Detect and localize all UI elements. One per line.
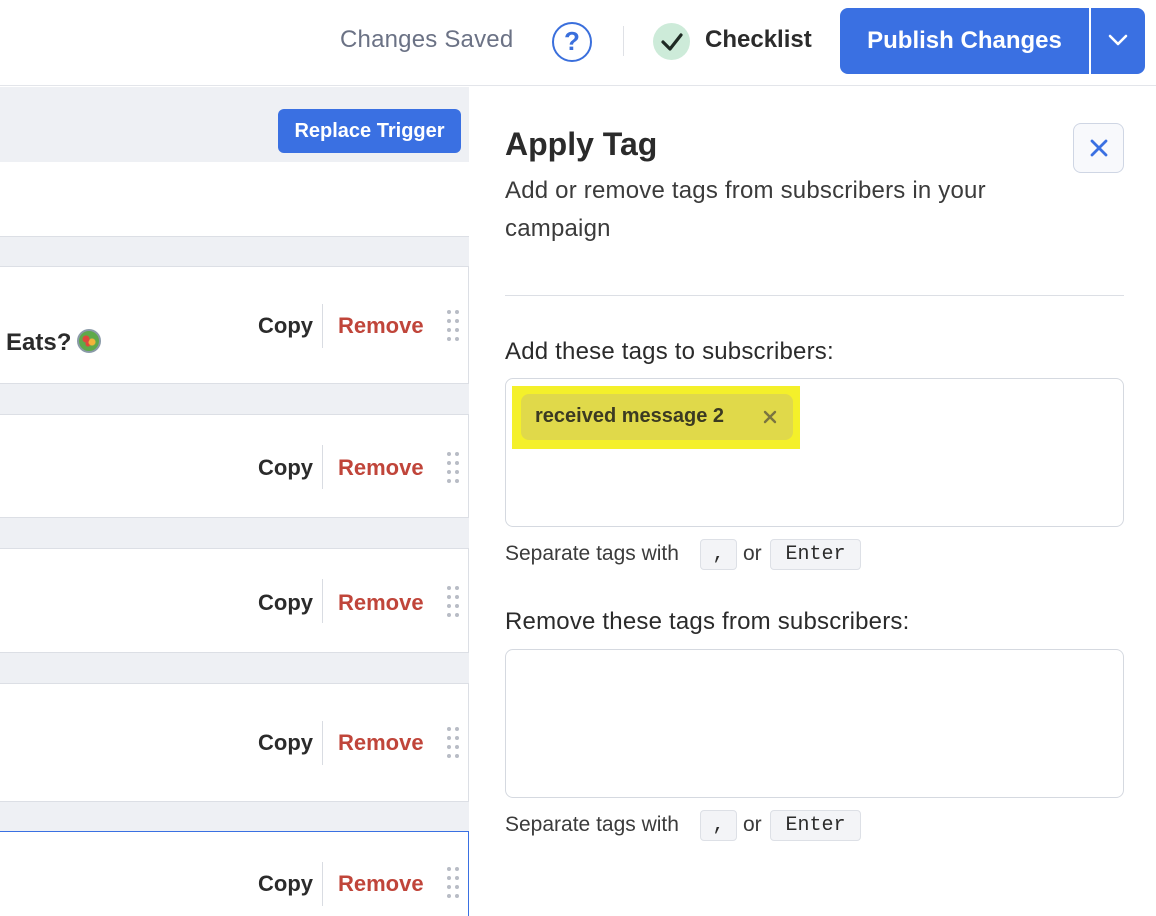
enter-key: Enter	[770, 539, 861, 570]
divider	[322, 304, 323, 348]
panel-title: Apply Tag	[505, 126, 658, 162]
close-icon[interactable]	[761, 408, 779, 426]
copy-button[interactable]: Copy	[258, 590, 313, 616]
divider	[322, 862, 323, 906]
hint-or: or	[743, 542, 762, 565]
chevron-down-icon	[1108, 34, 1128, 46]
replace-trigger-button[interactable]: Replace Trigger	[278, 109, 461, 153]
trigger-body	[0, 162, 469, 237]
add-tags-label: Add these tags to subscribers:	[505, 338, 834, 365]
publish-changes-button[interactable]: Publish Changes	[840, 8, 1089, 74]
panel-subtitle: Add or remove tags from subscribers in y…	[505, 177, 986, 242]
step-card[interactable]: Copy Remove	[0, 548, 469, 653]
remove-button[interactable]: Remove	[338, 455, 424, 481]
step-card[interactable]: Copy Remove	[0, 414, 469, 518]
divider	[322, 445, 323, 489]
top-bar: Changes Saved ? Checklist Publish Change…	[0, 0, 1156, 86]
copy-button[interactable]: Copy	[258, 730, 313, 756]
flow-canvas: Replace Trigger Eats? Copy Remove Copy R…	[0, 87, 469, 916]
remove-tags-label: Remove these tags from subscribers:	[505, 608, 910, 635]
remove-button[interactable]: Remove	[338, 730, 424, 756]
step-message: Eats?	[6, 329, 102, 357]
remove-tags-input[interactable]	[505, 649, 1124, 798]
copy-button[interactable]: Copy	[258, 455, 313, 481]
step-card[interactable]: Eats? Copy Remove	[0, 266, 469, 384]
close-icon	[1090, 139, 1108, 157]
save-status: Changes Saved	[340, 26, 514, 53]
close-button[interactable]	[1073, 123, 1124, 173]
enter-key: Enter	[770, 810, 861, 841]
step-card-selected[interactable]: Copy Remove	[0, 831, 469, 916]
step-card[interactable]: Copy Remove	[0, 683, 469, 802]
drag-handle-icon[interactable]	[446, 309, 460, 341]
drag-handle-icon[interactable]	[446, 585, 460, 617]
publish-dropdown-button[interactable]	[1091, 8, 1145, 74]
add-tags-hint: Separate tags with	[505, 542, 679, 565]
help-icon[interactable]: ?	[552, 22, 592, 62]
remove-button[interactable]: Remove	[338, 590, 424, 616]
checklist-button[interactable]: Checklist	[705, 26, 812, 54]
hint-or: or	[743, 813, 762, 836]
divider	[322, 721, 323, 765]
remove-button[interactable]: Remove	[338, 871, 424, 897]
tag-chip: received message 2	[521, 394, 793, 440]
trigger-header: Replace Trigger	[0, 101, 469, 163]
divider	[322, 579, 323, 623]
divider	[623, 26, 624, 56]
salad-emoji-icon	[77, 329, 102, 353]
drag-handle-icon[interactable]	[446, 451, 460, 483]
drag-handle-icon[interactable]	[446, 866, 460, 898]
tag-chip-label: received message 2	[535, 405, 725, 427]
divider	[505, 295, 1124, 296]
remove-button[interactable]: Remove	[338, 313, 424, 339]
check-icon[interactable]	[653, 23, 690, 60]
copy-button[interactable]: Copy	[258, 871, 313, 897]
copy-button[interactable]: Copy	[258, 313, 313, 339]
remove-tags-hint: Separate tags with	[505, 813, 679, 836]
comma-key: ,	[700, 539, 737, 570]
drag-handle-icon[interactable]	[446, 726, 460, 758]
comma-key: ,	[700, 810, 737, 841]
